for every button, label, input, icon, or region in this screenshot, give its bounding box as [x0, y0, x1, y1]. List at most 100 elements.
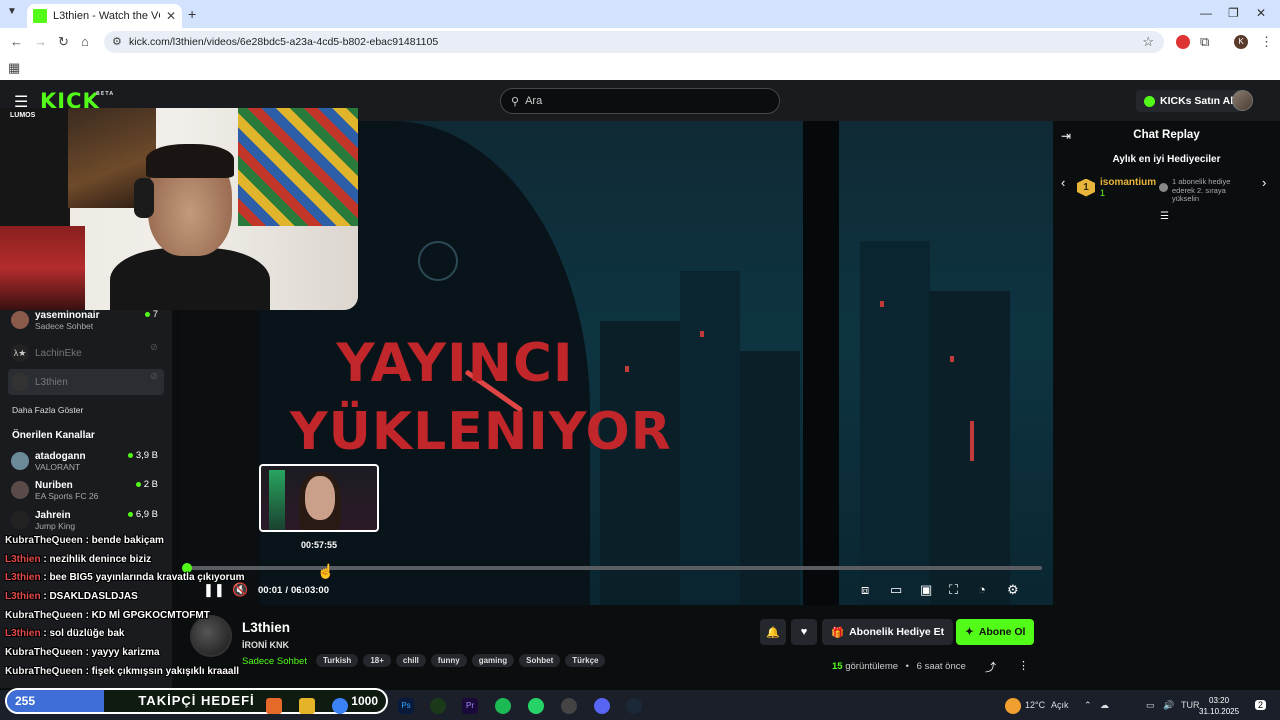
expand-gifters-icon[interactable]: ☰ — [1160, 211, 1169, 222]
app-icon[interactable] — [430, 698, 446, 714]
search-input[interactable]: ⚲ Ara — [500, 88, 780, 114]
fullscreen-icon[interactable]: ⛶ — [949, 582, 958, 598]
file-explorer-icon[interactable] — [299, 698, 315, 714]
avatar — [11, 373, 29, 391]
follow-heart-button[interactable]: ♥ — [791, 619, 817, 645]
tag[interactable]: gaming — [471, 654, 515, 667]
restore-icon[interactable]: ❐ — [1228, 6, 1239, 20]
tag[interactable]: Turkish — [316, 654, 359, 667]
sidebar-item-yaseminonair[interactable]: yaseminonair Sadece Sohbet 7 — [8, 307, 164, 333]
theatre-icon[interactable]: ▭ — [890, 582, 902, 598]
close-window-icon[interactable]: ✕ — [1256, 6, 1266, 20]
overlay-chat-username: KubraTheQueen — [5, 535, 83, 546]
pause-icon[interactable]: ❚❚ — [203, 582, 225, 598]
tray-chevron-icon[interactable]: ⌃ — [1084, 700, 1092, 711]
mouse-cursor-icon: ☝ — [317, 563, 335, 579]
channel-name[interactable]: L3thien — [242, 620, 290, 635]
tag[interactable]: 18+ — [363, 654, 391, 667]
system-clock[interactable]: 03:20 31.10.2025 — [1199, 695, 1239, 717]
share-icon[interactable]: ⤴ — [985, 659, 996, 675]
tab-search-icon[interactable]: ▼ — [7, 6, 17, 17]
extensions-puzzle-icon[interactable]: ⧉ — [1200, 34, 1209, 50]
tag[interactable]: Sohbet — [519, 654, 561, 667]
channel-avatar[interactable] — [190, 615, 232, 657]
sidebar-item-nuriben[interactable]: Nuriben EA Sports FC 26 2 B — [8, 477, 164, 503]
lit-window — [880, 301, 884, 307]
weather-desc: Açık — [1051, 700, 1069, 710]
more-options-icon[interactable]: ⋮ — [1018, 659, 1029, 672]
miniplayer-icon[interactable]: ▣ — [920, 582, 932, 598]
tag[interactable]: funny — [430, 654, 467, 667]
channel-name: L3thien — [35, 376, 68, 388]
search-icon: ⚲ — [511, 95, 520, 108]
gift-info: 1 abonelik hediye ederek 2. sıraya yükse… — [1159, 177, 1249, 204]
extension-icon[interactable] — [1176, 35, 1190, 49]
site-info-icon[interactable]: ⚙ — [112, 35, 122, 48]
gift-icon: 🎁 — [831, 626, 845, 639]
scrub-preview-time: 00:57:55 — [300, 540, 338, 550]
notification-badge[interactable]: 2 — [1255, 700, 1267, 710]
volume-icon[interactable]: 🔊 — [1163, 700, 1174, 711]
heart-icon: ♥ — [800, 626, 808, 638]
sidebar-item-lachineke[interactable]: λ★ LachinEke ⊘ — [8, 340, 164, 366]
profile-avatar[interactable]: K — [1234, 35, 1248, 49]
settings-gear-icon[interactable]: ⚙ — [1007, 582, 1019, 598]
gift-sub-button[interactable]: 🎁 Abonelik Hediye Et — [822, 619, 954, 645]
home-icon[interactable]: ⌂ — [81, 34, 89, 49]
subscribe-button[interactable]: ✦ Abone Ol — [956, 619, 1035, 645]
browser-tab[interactable]: L3thien - Watch the VOD on Ki ✕ — [27, 4, 182, 28]
browser-menu-icon[interactable]: ⋮ — [1260, 34, 1273, 50]
overlay-chat-username: KubraTheQueen — [5, 666, 83, 677]
notification-bell-button[interactable]: 🔔 — [760, 619, 786, 645]
premiere-icon[interactable]: Pr — [462, 698, 478, 714]
cam-brand-logo: LUMOS — [10, 112, 36, 119]
reload-icon[interactable]: ↻ — [58, 34, 69, 50]
chevron-right-icon[interactable]: › — [1262, 175, 1266, 190]
current-time: 00:01 — [258, 585, 283, 596]
new-tab-icon[interactable]: + — [188, 6, 196, 22]
whatsapp-icon[interactable] — [528, 698, 544, 714]
mute-icon[interactable]: 🔇 — [232, 582, 248, 598]
chevron-left-icon[interactable]: ‹ — [1061, 175, 1065, 190]
tab-close-icon[interactable]: ✕ — [166, 9, 176, 23]
speed-icon[interactable]: ◔ — [978, 582, 986, 597]
tag[interactable]: chill — [395, 654, 426, 667]
bookmark-star-icon[interactable]: ☆ — [1142, 34, 1154, 50]
avatar — [11, 452, 29, 470]
top-gifter[interactable]: 1 isomantium 1 — [1077, 177, 1156, 198]
overlay-chat-text: : yayyy karizma — [82, 647, 160, 658]
back-icon[interactable]: ← — [10, 34, 23, 49]
show-more-link[interactable]: Daha Fazla Göster — [12, 405, 83, 415]
follower-goal-bar: 255 TAKİPÇİ HEDEFİ 1000 — [5, 688, 388, 714]
apps-grid-icon[interactable]: ▦ — [8, 60, 20, 76]
clip-icon[interactable]: ⧈ — [861, 582, 869, 598]
sidebar-item-jahrein[interactable]: Jahrein Jump King 6,9 B — [8, 507, 164, 533]
buy-kicks-button[interactable]: KICKs Satın Al — [1136, 90, 1242, 112]
category-link[interactable]: Sadece Sohbet — [242, 656, 307, 667]
forward-icon[interactable]: → — [34, 34, 47, 49]
steam-icon[interactable] — [626, 698, 642, 714]
copilot-icon[interactable] — [266, 698, 282, 714]
discord-icon[interactable] — [594, 698, 610, 714]
minimize-icon[interactable]: — — [1200, 6, 1212, 20]
language-indicator[interactable]: TUR — [1181, 700, 1200, 710]
spotify-icon[interactable] — [495, 698, 511, 714]
building — [680, 271, 740, 605]
bell-icon: 🔔 — [766, 626, 780, 639]
streamer-hair — [146, 144, 234, 178]
obs-icon[interactable] — [561, 698, 577, 714]
onedrive-icon[interactable]: ☁ — [1100, 700, 1109, 711]
photoshop-icon[interactable]: Ps — [398, 698, 414, 714]
seek-bar[interactable] — [182, 563, 1042, 573]
buy-kicks-label: KICKs Satın Al — [1160, 95, 1234, 107]
sidebar-item-atadogann[interactable]: atadogann VALORANT 3,9 B — [8, 448, 164, 474]
url-field[interactable]: ⚙ kick.com/l3thien/videos/6e28bdc5-a23a-… — [104, 31, 1164, 53]
chat-title: Chat Replay — [1133, 129, 1200, 141]
sidebar-item-l3thien[interactable]: L3thien ⊘ — [8, 369, 164, 395]
chrome-icon[interactable] — [332, 698, 348, 714]
viewer-count: 6,9 B — [135, 509, 158, 520]
network-icon[interactable]: ▭ — [1146, 700, 1155, 711]
tag[interactable]: Türkçe — [565, 654, 606, 667]
overlay-chat-text: : nezihlik denince biziz — [40, 554, 152, 565]
user-avatar[interactable] — [1232, 90, 1253, 111]
